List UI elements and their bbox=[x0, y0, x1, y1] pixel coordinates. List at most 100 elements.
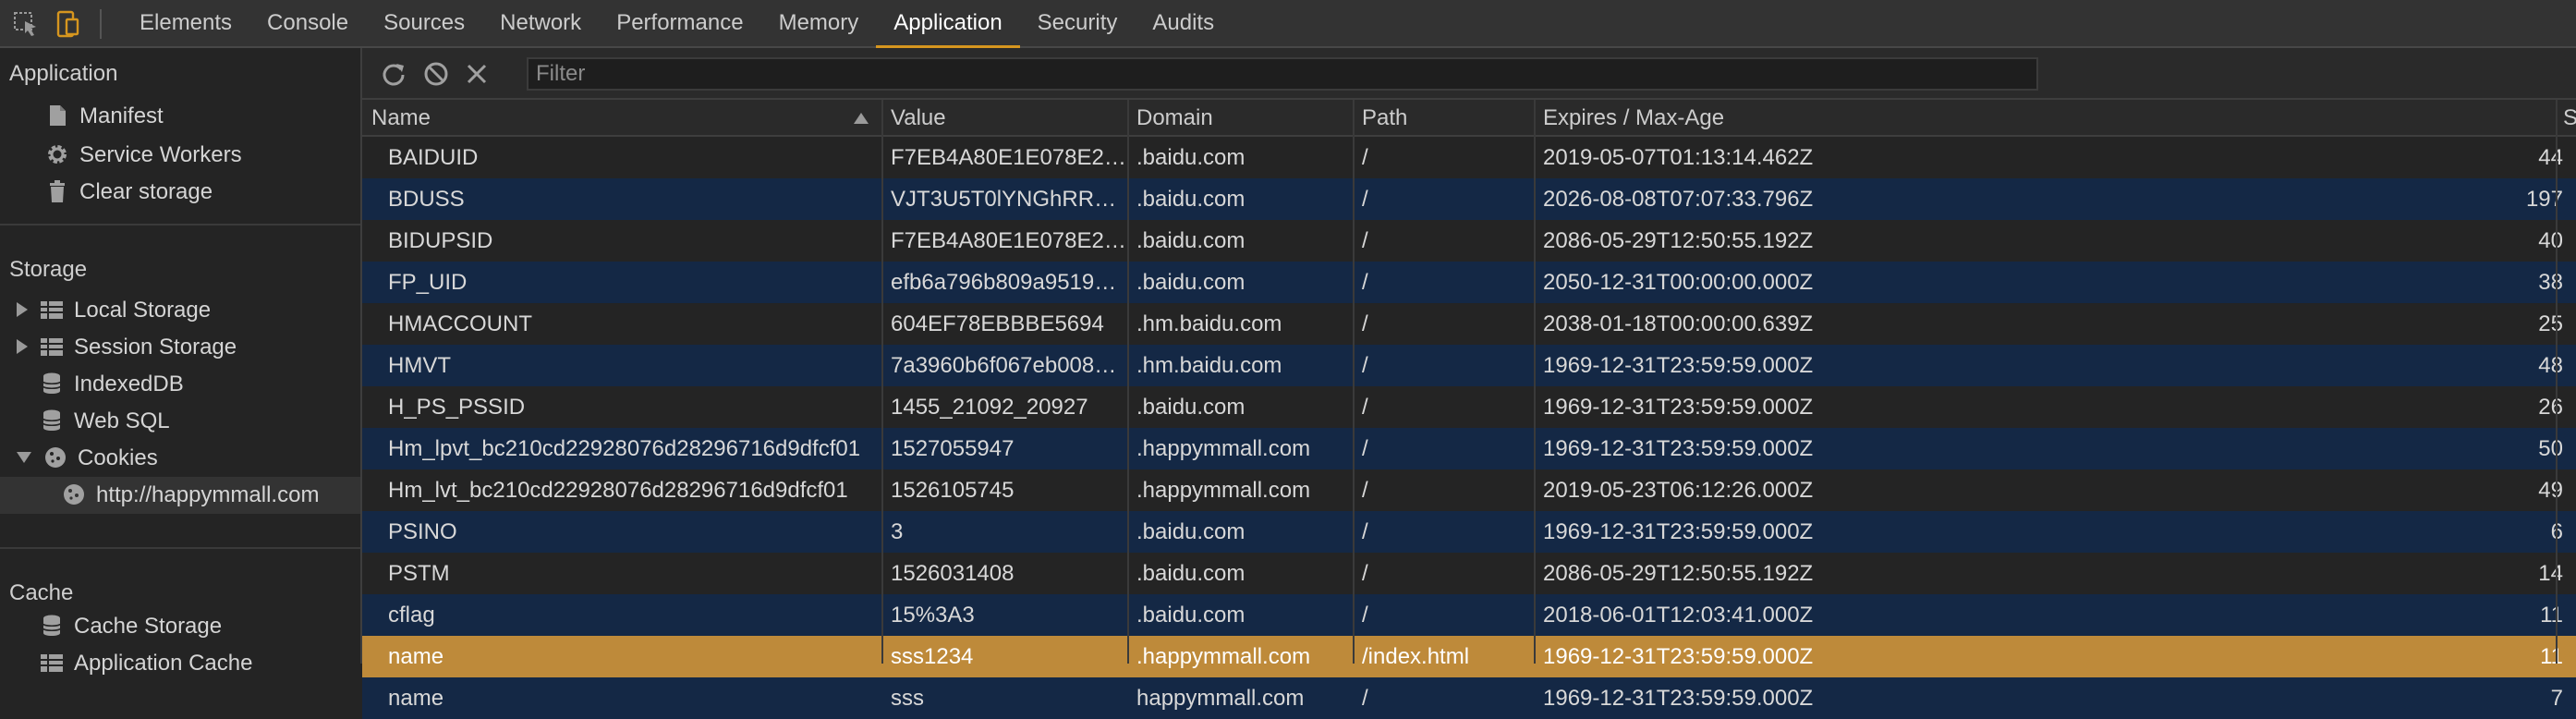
inspect-element-icon[interactable] bbox=[11, 9, 41, 39]
table-row[interactable]: FP_UID efb6a796b809a9519e822eabdbd46561 .b… bbox=[362, 262, 2576, 303]
cell-value: efb6a796b809a9519e822eabdbd46561 bbox=[891, 270, 1127, 295]
cell-value: 1526105745 bbox=[891, 478, 1015, 503]
column-header-domain[interactable]: Domain bbox=[1127, 100, 1353, 137]
cell-name: name bbox=[388, 644, 444, 669]
table-row[interactable]: HMVT 7a3960b6f067eb0085b7f96ff5e660b0|1….… bbox=[362, 345, 2576, 386]
tab-elements[interactable]: Elements bbox=[122, 0, 249, 48]
cell-value: 1455_21092_20927 bbox=[891, 395, 1088, 420]
sidebar-item-session-storage[interactable]: Session Storage bbox=[17, 329, 237, 366]
delete-selected-icon[interactable] bbox=[462, 59, 492, 89]
sidebar-item-cookies[interactable]: Cookies bbox=[17, 440, 158, 477]
cell-value: sss1234 bbox=[891, 644, 974, 669]
sidebar-item-application-cache[interactable]: Application Cache bbox=[39, 645, 252, 682]
table-row[interactable]: Hm_lvt_bc210cd22928076d28296716d9dfcf01 1… bbox=[362, 469, 2576, 511]
column-divider[interactable] bbox=[1353, 100, 1355, 664]
column-header-expires[interactable]: Expires / Max-Age bbox=[1534, 100, 2556, 137]
cell-value: VJT3U5T0lYNGhRRkVEZWN1VlA0cG5… bbox=[891, 187, 1127, 212]
cell-path: / bbox=[1362, 228, 1368, 253]
sidebar-item-local-storage[interactable]: Local Storage bbox=[17, 292, 211, 329]
cell-size: 48 bbox=[2538, 353, 2563, 378]
expand-arrow-icon[interactable] bbox=[17, 338, 28, 354]
cell-size: 49 bbox=[2538, 478, 2563, 503]
sidebar-item-label: Local Storage bbox=[74, 298, 212, 323]
sidebar-item-cookie-origin[interactable]: http://happymmall.com bbox=[0, 477, 360, 514]
cell-domain: happymmall.com bbox=[1136, 686, 1305, 711]
column-divider[interactable] bbox=[1127, 100, 1129, 664]
cell-size: 14 bbox=[2538, 561, 2563, 586]
sidebar-item-label: Cookies bbox=[78, 445, 158, 470]
cell-value: 15%3A3 bbox=[891, 603, 975, 628]
sidebar-item-clear-storage[interactable]: Clear storage bbox=[44, 174, 213, 211]
cell-domain: .happymmall.com bbox=[1136, 478, 1311, 503]
table-row[interactable]: PSINO 3 .baidu.com / 1969-12-31T23:59:59.000… bbox=[362, 511, 2576, 553]
grid-icon bbox=[41, 653, 63, 672]
tab-memory[interactable]: Memory bbox=[761, 0, 877, 48]
device-toolbar-icon[interactable] bbox=[54, 9, 83, 39]
column-divider[interactable] bbox=[881, 100, 883, 664]
cell-value: sss bbox=[891, 686, 924, 711]
cell-expires: 2018-06-01T12:03:41.000Z bbox=[1543, 603, 1814, 628]
tab-network[interactable]: Network bbox=[482, 0, 599, 48]
filter-input[interactable] bbox=[527, 57, 2038, 91]
table-row[interactable]: name sss happymmall.com / 1969-12-31T23:59:5… bbox=[362, 677, 2576, 719]
table-row[interactable]: H_PS_PSSID 1455_21092_20927 .baidu.com / 196… bbox=[362, 386, 2576, 428]
sidebar-item-service-workers[interactable]: Service Workers bbox=[44, 137, 242, 174]
cell-expires: 1969-12-31T23:59:59.000Z bbox=[1543, 436, 1814, 461]
column-divider[interactable] bbox=[2556, 100, 2558, 664]
cell-domain: .hm.baidu.com bbox=[1136, 311, 1282, 336]
document-icon bbox=[50, 104, 66, 126]
table-row[interactable]: name sss1234 .happymmall.com/index.html 196… bbox=[362, 636, 2576, 677]
table-row[interactable]: HMACCOUNT 604EF78EBBBE5694 .hm.baidu.com / 2… bbox=[362, 303, 2576, 345]
tab-application[interactable]: Application bbox=[876, 0, 1020, 48]
table-row[interactable]: PSTM 1526031408 .baidu.com / 2086-05-29T12:5… bbox=[362, 553, 2576, 594]
cell-size: 6 bbox=[2487, 511, 2576, 553]
sidebar-divider bbox=[0, 224, 360, 225]
cell-expires: 1969-12-31T23:59:59.000Z bbox=[1543, 519, 1814, 544]
sidebar-item-cache-storage[interactable]: Cache Storage bbox=[39, 608, 222, 645]
column-header-value[interactable]: Value bbox=[881, 100, 1127, 137]
cell-expires: 2086-05-29T12:50:55.192Z bbox=[1543, 228, 1814, 253]
tab-sources[interactable]: Sources bbox=[366, 0, 482, 48]
database-icon bbox=[43, 409, 61, 431]
cell-name: H_PS_PSSID bbox=[388, 395, 526, 420]
column-header-name[interactable]: Name bbox=[362, 100, 881, 137]
cookies-panel: Name Value Domain Path Expires / Max-Age… bbox=[362, 48, 2576, 719]
sidebar-item-indexeddb[interactable]: IndexedDB bbox=[39, 366, 184, 403]
tab-security[interactable]: Security bbox=[1020, 0, 1136, 48]
expand-arrow-icon[interactable] bbox=[17, 301, 28, 317]
table-row[interactable]: BDUSS VJT3U5T0lYNGhRRkVEZWN1VlA0cG5… .baid… bbox=[362, 178, 2576, 220]
sidebar-item-manifest[interactable]: Manifest bbox=[44, 98, 164, 135]
cell-size: 197 bbox=[2525, 187, 2563, 212]
table-row[interactable]: cflag 15%3A3 .baidu.com / 2018-06-01T12:03:4… bbox=[362, 594, 2576, 636]
sidebar-item-label: Session Storage bbox=[74, 335, 237, 360]
column-header-size[interactable]: Size bbox=[2556, 100, 2576, 137]
panel-tabs: Elements Console Sources Network Performance… bbox=[122, 0, 1232, 48]
cell-expires: 1969-12-31T23:59:59.000Z bbox=[1543, 395, 1814, 420]
cell-size: 40 bbox=[2538, 228, 2563, 253]
sidebar-item-web-sql[interactable]: Web SQL bbox=[39, 403, 170, 440]
refresh-icon[interactable] bbox=[379, 59, 408, 89]
column-divider[interactable] bbox=[1534, 100, 1536, 664]
cell-expires: 1969-12-31T23:59:59.000Z bbox=[1543, 353, 1814, 378]
column-header-path[interactable]: Path bbox=[1353, 100, 1534, 137]
table-row[interactable]: Hm_lpvt_bc210cd22928076d28296716d9dfcf01… bbox=[362, 428, 2576, 469]
collapse-arrow-icon[interactable] bbox=[17, 451, 31, 463]
table-row[interactable]: BIDUPSID F7EB4A80E1E078E2D3F5F24C9FB86D….… bbox=[362, 220, 2576, 262]
cookie-icon bbox=[45, 446, 66, 468]
table-row[interactable]: BAIDUID F7EB4A80E1E078E2D3F5F24C9FB86D… .b… bbox=[362, 137, 2576, 178]
sidebar-item-label: Web SQL bbox=[74, 408, 170, 433]
cell-expires: 1969-12-31T23:59:59.000Z bbox=[1543, 644, 1814, 669]
tab-console[interactable]: Console bbox=[249, 0, 366, 48]
cell-value: F7EB4A80E1E078E2D3F5F24C9FB86D… bbox=[891, 228, 1127, 253]
database-icon bbox=[43, 372, 61, 394]
tab-audits[interactable]: Audits bbox=[1135, 0, 1232, 48]
cell-domain: .baidu.com bbox=[1136, 603, 1245, 628]
cell-path: / bbox=[1362, 187, 1368, 212]
cell-name: PSINO bbox=[388, 519, 457, 544]
cell-expires: 2019-05-07T01:13:14.462Z bbox=[1543, 145, 1814, 170]
cell-value: 3 bbox=[891, 519, 904, 544]
clear-all-icon[interactable] bbox=[421, 59, 451, 89]
tab-performance[interactable]: Performance bbox=[599, 0, 760, 48]
cell-value: 7a3960b6f067eb0085b7f96ff5e660b0|1… bbox=[891, 353, 1127, 378]
gear-icon bbox=[48, 144, 67, 164]
